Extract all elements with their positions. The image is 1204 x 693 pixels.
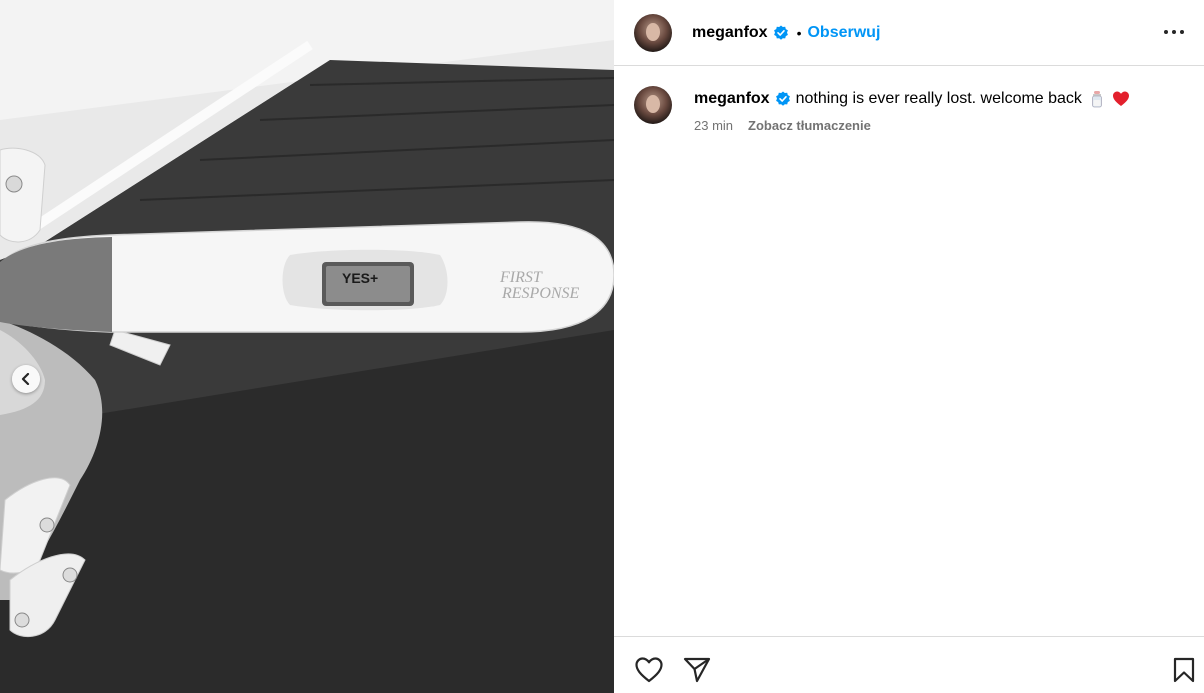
post-header: meganfox • Obserwuj bbox=[614, 0, 1204, 66]
see-translation-link[interactable]: Zobacz tłumaczenie bbox=[748, 118, 871, 133]
avatar[interactable] bbox=[634, 13, 672, 52]
caption-avatar[interactable] bbox=[634, 86, 672, 124]
post-side-panel: meganfox • Obserwuj meganfox nothing is … bbox=[614, 0, 1204, 693]
heart-icon bbox=[635, 657, 663, 683]
follow-button[interactable]: Obserwuj bbox=[807, 24, 880, 42]
verified-badge-icon bbox=[773, 25, 789, 41]
baby-bottle-icon bbox=[1088, 90, 1106, 108]
post-actions bbox=[614, 636, 1204, 693]
previous-slide-button[interactable] bbox=[12, 365, 40, 393]
brand-text-response: RESPONSE bbox=[501, 285, 580, 302]
post-media[interactable]: YES+ FIRST RESPONSE bbox=[0, 0, 614, 693]
share-button[interactable] bbox=[682, 655, 712, 685]
more-options-icon bbox=[1164, 30, 1184, 34]
pregnancy-test-photo: YES+ FIRST RESPONSE bbox=[0, 0, 614, 693]
caption-username[interactable]: meganfox bbox=[694, 88, 770, 110]
separator-dot: • bbox=[796, 24, 802, 41]
header-username[interactable]: meganfox bbox=[692, 24, 768, 42]
like-button[interactable] bbox=[634, 655, 664, 685]
bookmark-icon bbox=[1173, 657, 1195, 683]
verified-badge-icon bbox=[775, 91, 791, 107]
post-timestamp: 23 min bbox=[694, 118, 734, 133]
red-heart-icon bbox=[1112, 90, 1130, 108]
brand-text-first: FIRST bbox=[499, 269, 543, 286]
test-result-text: YES+ bbox=[342, 270, 378, 286]
more-options-button[interactable] bbox=[1162, 20, 1186, 44]
chevron-left-icon bbox=[21, 373, 30, 385]
post-caption: meganfox nothing is ever really lost. we… bbox=[634, 86, 1184, 133]
save-button[interactable] bbox=[1169, 655, 1199, 685]
paper-plane-icon bbox=[683, 657, 711, 683]
caption-text: nothing is ever really lost. welcome bac… bbox=[795, 90, 1082, 107]
